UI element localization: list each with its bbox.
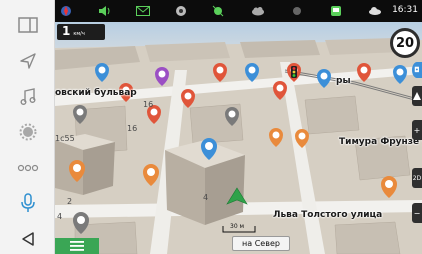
street-label: Тимура Фрунзе улица [339,137,422,147]
compass-side-button[interactable]: ◘ [412,62,422,78]
settings-icon [19,123,36,141]
compass-icon [58,3,74,19]
navigation-button[interactable] [0,44,55,78]
status-bar: 16:31 [55,0,422,22]
cloud-icon [250,3,266,19]
building-number: 16 [143,100,154,109]
weather-icon [367,3,383,19]
building-number: 4 [57,212,63,221]
record-icon [289,3,305,19]
warning-icon [413,92,421,100]
settings-button[interactable] [0,115,55,149]
hamburger-menu-icon [70,241,84,251]
2d-view-button[interactable]: 2D [412,168,422,188]
message-icon [135,3,151,19]
plus-icon: + [413,125,421,135]
speed-unit: км/ч [73,31,85,37]
speed-value: 1 [62,24,71,38]
satellite-icon [210,3,226,19]
speed-limit-sign: 20 [390,28,420,58]
head-unit-sidebar [0,0,55,254]
back-icon [21,232,34,246]
music-button[interactable] [0,80,55,114]
traffic-light-icon [291,66,297,78]
street-label: Льва Толстого улица [273,210,383,220]
navigation-pin-icon [173,3,189,19]
clock: 16:31 [392,5,418,15]
map-scale-label: 30 м [230,223,245,230]
navigation-arrow-icon [19,53,36,69]
building-number: 1c55 [55,134,75,143]
more-button[interactable] [0,151,55,185]
building-number: 2 [67,197,73,206]
current-speed-panel: 1 км/ч [57,24,105,40]
map-view[interactable]: овский бульвар Тимура Фрунзе улица Льва … [55,0,422,254]
split-screen-icon [17,17,38,33]
more-dots-icon [17,164,38,172]
warning-side-button[interactable] [412,86,422,106]
north-orientation-button[interactable]: на Север [232,236,290,251]
building-number: 16 [127,124,138,133]
building-number: 4 [203,193,209,202]
volume-icon [97,3,113,19]
menu-button[interactable] [55,238,99,254]
back-button[interactable] [0,222,55,254]
music-icon [20,88,35,105]
bus-stop-icon [328,3,344,19]
zoom-out-button[interactable]: − [412,203,422,223]
microphone-icon [20,193,35,212]
zoom-in-button[interactable]: + [412,120,422,140]
split-screen-button[interactable] [0,8,55,42]
bus-icon: ◘ [414,66,420,74]
voice-button[interactable] [0,186,55,220]
street-label: ры [336,76,351,86]
street-label: овский бульвар [55,88,137,98]
minus-icon: − [413,208,421,218]
